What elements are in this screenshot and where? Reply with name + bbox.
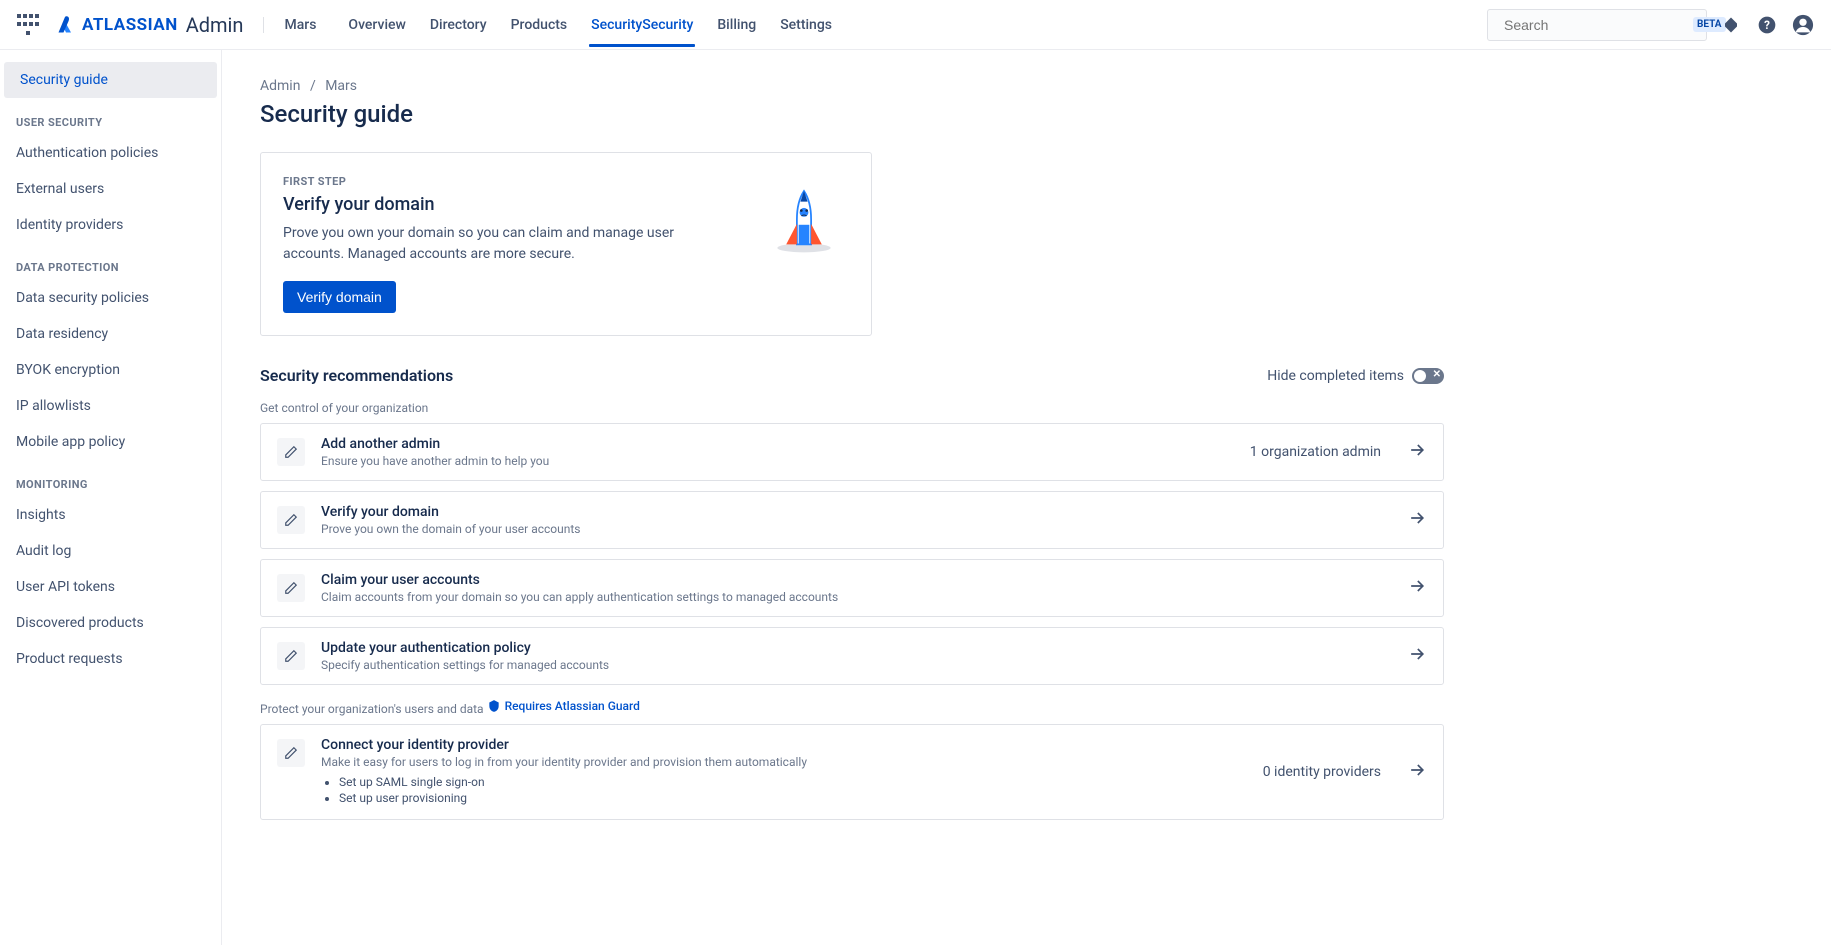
rec-title: Verify your domain — [321, 504, 1391, 520]
guard-link[interactable]: Requires Atlassian Guard — [487, 699, 640, 713]
first-step-card: FIRST STEP Verify your domain Prove you … — [260, 152, 872, 336]
rec-auth-policy[interactable]: Update your authentication policy Specif… — [260, 627, 1444, 685]
arrow-right-icon — [1407, 644, 1427, 668]
rec-verify-domain[interactable]: Verify your domain Prove you own the dom… — [260, 491, 1444, 549]
first-step-title: Verify your domain — [283, 194, 703, 215]
sidebar-item-security-guide[interactable]: Security guide — [4, 62, 217, 98]
pencil-icon — [277, 506, 305, 534]
notifications-icon[interactable] — [1719, 13, 1743, 37]
top-header: ATLASSIAN Admin Mars Overview Directory … — [0, 0, 1831, 50]
pencil-icon — [277, 574, 305, 602]
rec-desc: Specify authentication settings for mana… — [321, 658, 1391, 672]
first-step-desc: Prove you own your domain so you can cla… — [283, 223, 703, 265]
nav-billing[interactable]: Billing — [705, 3, 768, 47]
arrow-right-icon — [1407, 440, 1427, 464]
hide-completed-toggle[interactable]: ✕ — [1412, 368, 1444, 384]
nav-directory[interactable]: Directory — [418, 3, 499, 47]
breadcrumb: Admin / Mars — [260, 78, 1444, 94]
app-switcher-icon[interactable] — [16, 13, 40, 37]
sidebar-heading-user-security: USER SECURITY — [0, 98, 221, 135]
page-title: Security guide — [260, 100, 1444, 128]
breadcrumb-org[interactable]: Mars — [325, 78, 357, 94]
sidebar-heading-monitoring: MONITORING — [0, 460, 221, 497]
arrow-right-icon — [1407, 760, 1427, 784]
brand-text: ATLASSIAN — [82, 15, 178, 35]
nav-overview[interactable]: Overview — [336, 3, 417, 47]
rec-title: Claim your user accounts — [321, 572, 1391, 588]
main-content: Admin / Mars Security guide FIRST STEP V… — [222, 50, 1482, 945]
nav-products[interactable]: Products — [499, 3, 580, 47]
breadcrumb-admin[interactable]: Admin — [260, 78, 300, 94]
group1-heading: Get control of your organization — [260, 401, 1444, 415]
sidebar-item-auth-policies[interactable]: Authentication policies — [0, 135, 221, 171]
logo[interactable]: ATLASSIAN Admin — [56, 13, 243, 37]
rec-connect-idp[interactable]: Connect your identity provider Make it e… — [260, 724, 1444, 820]
primary-nav: Overview Directory Products SecuritySecu… — [336, 3, 844, 47]
guard-link-text: Requires Atlassian Guard — [505, 699, 640, 713]
nav-settings[interactable]: Settings — [768, 3, 844, 47]
sidebar: Security guide USER SECURITY Authenticat… — [0, 50, 222, 945]
rec-claim-accounts[interactable]: Claim your user accounts Claim accounts … — [260, 559, 1444, 617]
svg-text:?: ? — [1764, 18, 1770, 32]
rec-bullet: Set up user provisioning — [339, 791, 1247, 805]
sidebar-item-mobile-policy[interactable]: Mobile app policy — [0, 424, 221, 460]
pencil-icon — [277, 438, 305, 466]
pencil-icon — [277, 739, 305, 767]
arrow-right-icon — [1407, 508, 1427, 532]
sidebar-item-byok[interactable]: BYOK encryption — [0, 352, 221, 388]
sidebar-item-audit-log[interactable]: Audit log — [0, 533, 221, 569]
sidebar-item-data-security[interactable]: Data security policies — [0, 280, 221, 316]
group2-label-text: Protect your organization's users and da… — [260, 702, 484, 716]
recommendations-title: Security recommendations — [260, 366, 453, 385]
nav-security[interactable]: SecuritySecurity — [579, 3, 705, 47]
rec-meta: 0 identity providers — [1263, 764, 1381, 780]
sidebar-item-ip-allowlists[interactable]: IP allowlists — [0, 388, 221, 424]
rec-add-admin[interactable]: Add another admin Ensure you have anothe… — [260, 423, 1444, 481]
rec-bullet: Set up SAML single sign-on — [339, 775, 1247, 789]
rocket-illustration — [759, 175, 849, 255]
sidebar-item-data-residency[interactable]: Data residency — [0, 316, 221, 352]
sidebar-item-insights[interactable]: Insights — [0, 497, 221, 533]
hide-completed-label: Hide completed items — [1267, 368, 1404, 384]
sidebar-item-external-users[interactable]: External users — [0, 171, 221, 207]
rec-meta: 1 organization admin — [1250, 444, 1381, 460]
sidebar-item-discovered-products[interactable]: Discovered products — [0, 605, 221, 641]
search-box[interactable]: BETA — [1487, 9, 1707, 41]
pencil-icon — [277, 642, 305, 670]
org-switcher[interactable]: Mars — [263, 17, 336, 33]
sidebar-item-api-tokens[interactable]: User API tokens — [0, 569, 221, 605]
rec-desc: Prove you own the domain of your user ac… — [321, 522, 1391, 536]
first-step-label: FIRST STEP — [283, 175, 703, 188]
rec-desc: Claim accounts from your domain so you c… — [321, 590, 1391, 604]
sidebar-heading-data-protection: DATA PROTECTION — [0, 243, 221, 280]
atlassian-logo-icon — [56, 15, 76, 35]
group2-heading: Protect your organization's users and da… — [260, 699, 1444, 716]
profile-avatar[interactable] — [1791, 13, 1815, 37]
sidebar-item-product-requests[interactable]: Product requests — [0, 641, 221, 677]
rec-title: Connect your identity provider — [321, 737, 1247, 753]
sidebar-item-identity-providers[interactable]: Identity providers — [0, 207, 221, 243]
arrow-right-icon — [1407, 576, 1427, 600]
help-icon[interactable]: ? — [1755, 13, 1779, 37]
rec-title: Update your authentication policy — [321, 640, 1391, 656]
verify-domain-button[interactable]: Verify domain — [283, 281, 396, 313]
search-input[interactable] — [1504, 17, 1685, 33]
guard-icon — [487, 699, 501, 713]
brand-suffix: Admin — [186, 13, 244, 37]
rec-title: Add another admin — [321, 436, 1234, 452]
rec-bullets: Set up SAML single sign-on Set up user p… — [321, 775, 1247, 805]
rec-desc: Ensure you have another admin to help yo… — [321, 454, 1234, 468]
rec-desc: Make it easy for users to log in from yo… — [321, 755, 1247, 769]
